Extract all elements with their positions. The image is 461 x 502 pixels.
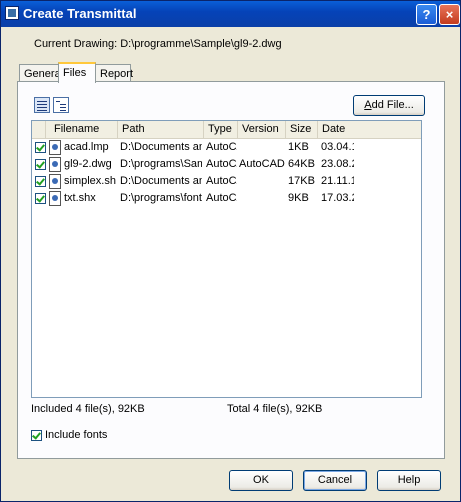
header-size[interactable]: Size xyxy=(286,121,318,138)
window-title: Create Transmittal xyxy=(23,6,137,21)
title-bar: Create Transmittal ? × xyxy=(1,1,460,27)
table-row[interactable]: txt.shx D:\programs\fonts AutoCA 9KB 17.… xyxy=(32,190,421,207)
file-list-header: Filename Path Type Version Size Date xyxy=(32,121,421,139)
file-icon xyxy=(49,174,61,189)
header-date[interactable]: Date xyxy=(318,121,421,138)
file-icon xyxy=(49,191,61,206)
date-cell: 21.11.1 xyxy=(321,175,354,187)
type-cell: AutoCA xyxy=(206,175,237,187)
size-cell: 64KB xyxy=(288,158,315,170)
type-cell: AutoCA xyxy=(206,158,237,170)
header-type[interactable]: Type xyxy=(204,121,238,138)
help-button[interactable]: Help xyxy=(377,470,441,491)
include-fonts-label: Include fonts xyxy=(45,429,108,441)
filename-cell: txt.shx xyxy=(64,192,96,204)
type-cell: AutoCA xyxy=(206,141,237,153)
path-cell: D:\programs\fonts xyxy=(120,192,202,204)
file-checkbox[interactable] xyxy=(35,193,46,204)
cancel-button[interactable]: Cancel xyxy=(303,470,367,491)
table-row[interactable]: gl9-2.dwg D:\programs\Sam AutoCA AutoCAD… xyxy=(32,156,421,173)
help-title-button[interactable]: ? xyxy=(416,4,437,25)
size-cell: 9KB xyxy=(288,192,309,204)
header-version[interactable]: Version xyxy=(238,121,286,138)
close-icon[interactable]: × xyxy=(439,4,460,25)
version-cell xyxy=(239,139,285,156)
file-tree-view-icon[interactable] xyxy=(53,97,69,113)
file-checkbox[interactable] xyxy=(35,142,46,153)
version-cell: AutoCAD 2 xyxy=(239,158,285,170)
date-cell: 23.08.2 xyxy=(321,158,354,170)
header-filename[interactable]: Filename xyxy=(46,121,118,138)
current-drawing-label: Current Drawing: D:\programme\Sample\gl9… xyxy=(34,38,282,50)
create-transmittal-dialog: Create Transmittal ? × Current Drawing: … xyxy=(0,0,461,502)
date-cell: 03.04.1 xyxy=(321,141,354,153)
date-cell: 17.03.2 xyxy=(321,192,354,204)
included-files-status: Included 4 file(s), 92KB xyxy=(31,403,145,415)
filename-cell: simplex.shx xyxy=(64,175,116,187)
include-fonts-checkbox[interactable] xyxy=(31,430,42,441)
header-path[interactable]: Path xyxy=(118,121,204,138)
path-cell: D:\Documents and xyxy=(120,141,202,153)
file-icon xyxy=(49,140,61,155)
file-list[interactable]: Filename Path Type Version Size Date aca… xyxy=(31,120,422,398)
file-icon xyxy=(49,157,61,172)
version-cell xyxy=(239,173,285,190)
header-spacer xyxy=(32,121,46,138)
filename-cell: gl9-2.dwg xyxy=(64,158,112,170)
path-cell: D:\Documents and xyxy=(120,175,202,187)
tab-report[interactable]: Report xyxy=(95,64,133,82)
ok-button[interactable]: OK xyxy=(229,470,293,491)
version-cell xyxy=(239,190,285,207)
table-row[interactable]: simplex.shx D:\Documents and AutoCA 17KB… xyxy=(32,173,421,190)
add-file-button[interactable]: Add File... xyxy=(353,95,425,116)
filename-cell: acad.lmp xyxy=(64,141,109,153)
size-cell: 1KB xyxy=(288,141,309,153)
type-cell: AutoCA xyxy=(206,192,237,204)
total-files-status: Total 4 file(s), 92KB xyxy=(227,403,323,415)
size-cell: 17KB xyxy=(288,175,315,187)
table-row[interactable]: acad.lmp D:\Documents and AutoCA 1KB 03.… xyxy=(32,139,421,156)
path-cell: D:\programs\Sam xyxy=(120,158,202,170)
tab-files[interactable]: Files xyxy=(58,62,96,83)
file-checkbox[interactable] xyxy=(35,159,46,170)
transmittal-icon xyxy=(5,6,19,20)
file-checkbox[interactable] xyxy=(35,176,46,187)
tab-general[interactable]: General xyxy=(19,64,63,82)
file-list-view-icon[interactable] xyxy=(34,97,50,113)
